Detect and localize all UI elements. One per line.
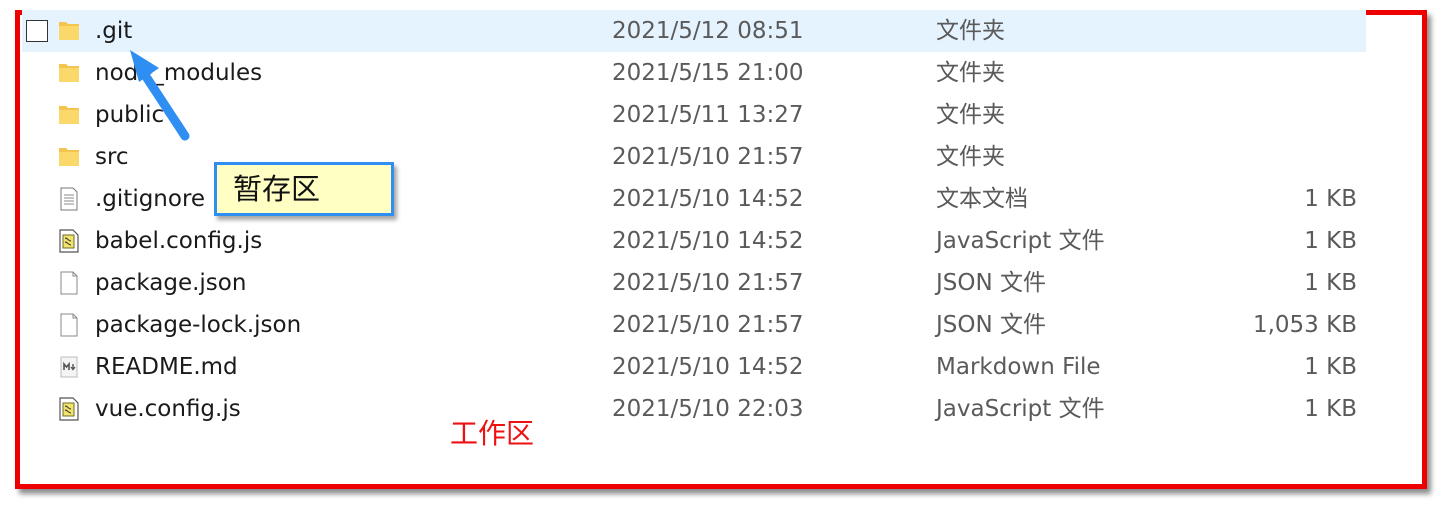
file-row[interactable]: README.md 2021/5/10 14:52 Markdown File … bbox=[22, 346, 1366, 388]
file-row[interactable]: node_modules 2021/5/15 21:00 文件夹 bbox=[22, 52, 1366, 94]
staging-area-callout: 暂存区 bbox=[214, 162, 394, 216]
select-checkbox[interactable] bbox=[26, 20, 48, 42]
file-name[interactable]: README.md bbox=[95, 346, 238, 388]
file-date: 2021/5/12 08:51 bbox=[612, 18, 804, 44]
file-name[interactable]: vue.config.js bbox=[95, 388, 241, 430]
file-date: 2021/5/10 14:52 bbox=[612, 228, 804, 254]
file-type: 文件夹 bbox=[936, 144, 1005, 170]
file-date: 2021/5/10 14:52 bbox=[612, 354, 804, 380]
file-type: JavaScript 文件 bbox=[936, 396, 1105, 422]
file-type: Markdown File bbox=[936, 354, 1101, 380]
pointer-arrow-icon bbox=[130, 50, 190, 141]
file-size: 1,053 KB bbox=[1252, 312, 1357, 338]
file-date: 2021/5/11 13:27 bbox=[612, 102, 804, 128]
blank-file-icon bbox=[56, 312, 82, 338]
file-type: 文件夹 bbox=[936, 102, 1005, 128]
file-size: 1 KB bbox=[1304, 354, 1357, 380]
script-file-icon bbox=[56, 396, 82, 422]
file-name[interactable]: package-lock.json bbox=[95, 304, 301, 346]
file-date: 2021/5/10 21:57 bbox=[612, 144, 804, 170]
file-size: 1 KB bbox=[1304, 396, 1357, 422]
script-file-icon bbox=[56, 228, 82, 254]
file-name[interactable]: .gitignore bbox=[95, 178, 205, 220]
file-type: JSON 文件 bbox=[936, 270, 1047, 296]
file-size: 1 KB bbox=[1304, 270, 1357, 296]
file-type: JavaScript 文件 bbox=[936, 228, 1105, 254]
file-name[interactable]: babel.config.js bbox=[95, 220, 262, 262]
blank-file-icon bbox=[56, 270, 82, 296]
file-date: 2021/5/15 21:00 bbox=[612, 60, 804, 86]
file-type: JSON 文件 bbox=[936, 312, 1047, 338]
file-type: 文件夹 bbox=[936, 60, 1005, 86]
file-name[interactable]: .git bbox=[95, 10, 132, 52]
file-date: 2021/5/10 22:03 bbox=[612, 396, 804, 422]
folder-icon bbox=[56, 60, 82, 86]
file-row[interactable]: vue.config.js 2021/5/10 22:03 JavaScript… bbox=[22, 388, 1366, 430]
file-row[interactable]: package-lock.json 2021/5/10 21:57 JSON 文… bbox=[22, 304, 1366, 346]
folder-icon bbox=[56, 102, 82, 128]
file-row[interactable]: babel.config.js 2021/5/10 14:52 JavaScri… bbox=[22, 220, 1366, 262]
file-row[interactable]: .git 2021/5/12 08:51 文件夹 bbox=[22, 10, 1366, 52]
folder-icon bbox=[56, 18, 82, 44]
workspace-label: 工作区 bbox=[450, 417, 535, 450]
text-file-icon bbox=[56, 186, 82, 212]
file-size: 1 KB bbox=[1304, 228, 1357, 254]
file-type: 文件夹 bbox=[936, 18, 1005, 44]
file-row[interactable]: package.json 2021/5/10 21:57 JSON 文件 1 K… bbox=[22, 262, 1366, 304]
file-date: 2021/5/10 21:57 bbox=[612, 270, 804, 296]
file-row[interactable]: public 2021/5/11 13:27 文件夹 bbox=[22, 94, 1366, 136]
file-date: 2021/5/10 21:57 bbox=[612, 312, 804, 338]
staging-area-label: 暂存区 bbox=[233, 172, 321, 206]
markdown-file-icon bbox=[56, 354, 82, 380]
file-name[interactable]: package.json bbox=[95, 262, 246, 304]
file-date: 2021/5/10 14:52 bbox=[612, 186, 804, 212]
file-type: 文本文档 bbox=[936, 186, 1028, 212]
file-size: 1 KB bbox=[1304, 186, 1357, 212]
file-name[interactable]: src bbox=[95, 136, 129, 178]
folder-icon bbox=[56, 144, 82, 170]
